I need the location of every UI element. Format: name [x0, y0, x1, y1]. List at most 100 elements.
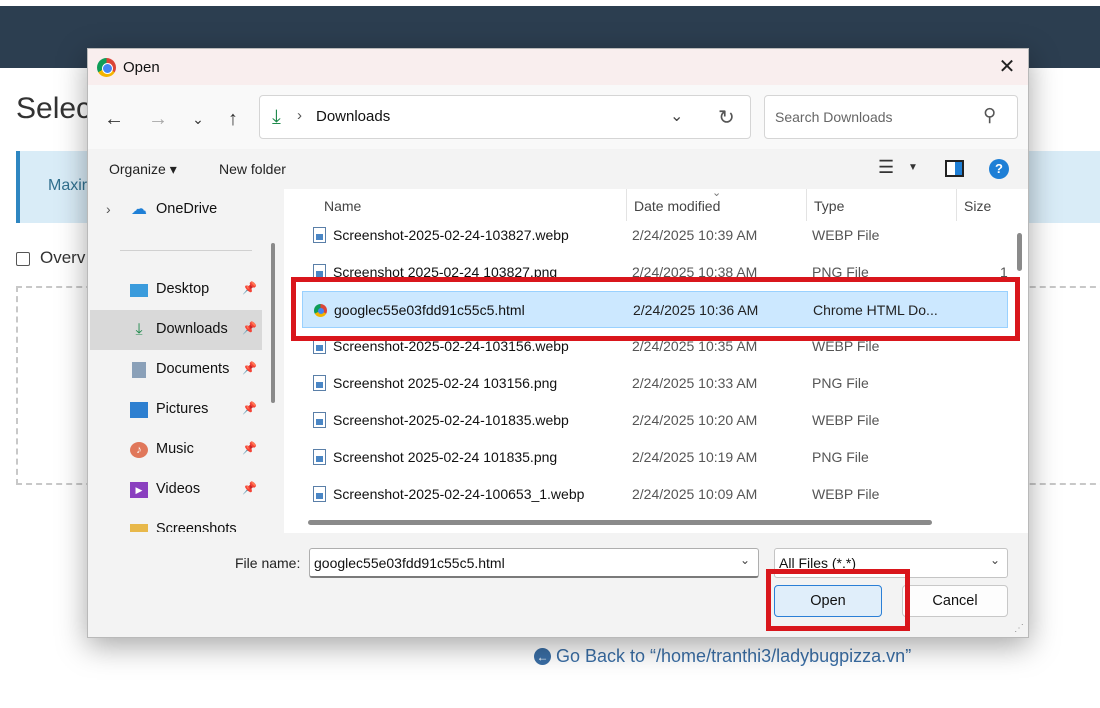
filter-dropdown-icon[interactable]: ⌄ — [990, 553, 1000, 567]
sidebar-divider — [120, 250, 252, 251]
info-alert-text: Maxir — [48, 177, 88, 194]
sidebar-item-onedrive[interactable]: › ☁ OneDrive — [90, 190, 262, 230]
sidebar-item-label: Music — [156, 441, 194, 457]
file-name: googlec55e03fdd91c55c5.html — [334, 302, 525, 318]
file-row[interactable]: Screenshot 2025-02-24 103827.png 2/24/20… — [302, 254, 1008, 291]
open-button[interactable]: Open — [774, 585, 882, 617]
refresh-icon[interactable]: ↻ — [718, 105, 735, 130]
column-size[interactable]: Size — [964, 198, 991, 214]
file-name: Screenshot-2025-02-24-103827.webp — [333, 227, 569, 243]
view-list-icon[interactable]: ☰ — [878, 157, 894, 178]
address-dropdown-icon[interactable]: ⌄ — [670, 106, 683, 126]
search-input[interactable]: Search Downloads ⚲ — [764, 95, 1018, 139]
file-date: 2/24/2025 10:36 AM — [633, 302, 759, 318]
sidebar-item-music[interactable]: ♪ Music 📌 — [90, 430, 262, 470]
sidebar-item-label: Desktop — [156, 281, 210, 297]
image-file-icon — [313, 449, 326, 465]
music-icon: ♪ — [130, 442, 148, 458]
file-name: Screenshot 2025-02-24 101835.png — [333, 449, 558, 465]
file-type: WEBP File — [812, 412, 880, 428]
download-icon: ⤓ — [135, 321, 143, 338]
help-icon[interactable]: ? — [989, 159, 1009, 179]
page-top-strip — [0, 0, 1100, 6]
column-name[interactable]: Name — [324, 198, 361, 214]
file-date: 2/24/2025 10:33 AM — [632, 375, 758, 391]
file-name-label: File name: — [235, 555, 301, 571]
pin-icon[interactable]: 📌 — [242, 281, 257, 295]
navigation-pane: › ☁ OneDrive Desktop 📌 ⤓ Downloads 📌 Doc… — [90, 189, 283, 532]
file-row-selected[interactable]: googlec55e03fdd91c55c5.html 2/24/2025 10… — [302, 291, 1008, 328]
picture-icon — [130, 402, 148, 418]
search-placeholder: Search Downloads — [775, 109, 893, 125]
new-folder-button[interactable]: New folder — [219, 161, 286, 177]
file-list-vertical-scrollbar[interactable] — [1017, 233, 1022, 271]
pin-icon[interactable]: 📌 — [242, 401, 257, 415]
sidebar-scrollbar[interactable] — [271, 243, 275, 403]
file-date: 2/24/2025 10:20 AM — [632, 412, 758, 428]
document-icon — [132, 362, 146, 378]
file-list-horizontal-scrollbar[interactable] — [308, 520, 932, 525]
file-row[interactable]: Screenshot-2025-02-24-103156.webp 2/24/2… — [302, 328, 1008, 365]
sidebar-item-label: Documents — [156, 361, 230, 377]
file-name-input[interactable]: googlec55e03fdd91c55c5.html — [309, 548, 759, 578]
overwrite-checkbox[interactable] — [16, 252, 30, 266]
preview-pane-icon[interactable] — [945, 160, 964, 177]
image-file-icon — [313, 412, 326, 428]
sidebar-item-downloads[interactable]: ⤓ Downloads 📌 — [90, 310, 262, 350]
file-size: 1 — [1000, 264, 1008, 280]
image-file-icon — [313, 227, 326, 243]
chrome-html-file-icon — [314, 304, 327, 317]
open-file-dialog: Open ✕ ← → ⌄ ↑ ⤓ › Downloads ⌄ Search Do… — [87, 48, 1029, 638]
pin-icon[interactable]: 📌 — [242, 481, 257, 495]
file-row[interactable]: Screenshot-2025-02-24-101835.webp 2/24/2… — [302, 402, 1008, 439]
file-type: PNG File — [812, 375, 869, 391]
file-type-filter[interactable]: All Files (*.*) — [774, 548, 1008, 578]
close-button[interactable]: ✕ — [992, 55, 1022, 81]
cloud-icon: ☁ — [131, 201, 147, 218]
pin-icon[interactable]: 📌 — [242, 361, 257, 375]
sidebar-item-label: Pictures — [156, 401, 209, 417]
forward-arrow-icon[interactable]: → — [144, 107, 172, 133]
file-name: Screenshot-2025-02-24-101835.webp — [333, 412, 569, 428]
file-row[interactable]: Screenshot-2025-02-24-100653_1.webp 2/24… — [302, 476, 1008, 513]
video-icon: ▶ — [130, 482, 148, 498]
file-date: 2/24/2025 10:39 AM — [632, 227, 758, 243]
sidebar-item-label: OneDrive — [156, 201, 218, 217]
file-name-dropdown-icon[interactable]: ⌄ — [740, 553, 750, 567]
file-name: Screenshot 2025-02-24 103827.png — [333, 264, 558, 280]
sidebar-item-desktop[interactable]: Desktop 📌 — [90, 270, 262, 310]
up-arrow-icon[interactable]: ↑ — [219, 107, 247, 133]
file-row[interactable]: Screenshot 2025-02-24 101835.png 2/24/20… — [302, 439, 1008, 476]
sidebar-item-pictures[interactable]: Pictures 📌 — [90, 390, 262, 430]
file-date: 2/24/2025 10:19 AM — [632, 449, 758, 465]
file-name: Screenshot-2025-02-24-100653_1.webp — [333, 486, 585, 502]
image-file-icon — [313, 264, 326, 280]
sidebar-item-documents[interactable]: Documents 📌 — [90, 350, 262, 390]
pin-icon[interactable]: 📌 — [242, 441, 257, 455]
organize-menu[interactable]: Organize ▾ — [109, 161, 177, 178]
view-options-chevron-icon[interactable]: ▼ — [908, 162, 918, 173]
go-back-link[interactable]: ← Go Back to “/home/tranthi3/ladybugpizz… — [534, 646, 911, 667]
column-type[interactable]: Type — [814, 198, 844, 214]
cancel-button[interactable]: Cancel — [902, 585, 1008, 617]
pin-icon[interactable]: 📌 — [242, 321, 257, 335]
back-arrow-icon[interactable]: ← — [100, 107, 128, 133]
file-row[interactable]: Screenshot-2025-02-24-103827.webp 2/24/2… — [302, 217, 1008, 254]
sidebar-item-screenshots[interactable]: Screenshots — [90, 510, 262, 532]
desktop-icon — [130, 284, 148, 297]
address-bar[interactable]: ⤓ › Downloads ⌄ — [259, 95, 751, 139]
breadcrumb-downloads[interactable]: Downloads — [316, 108, 390, 125]
file-date: 2/24/2025 10:09 AM — [632, 486, 758, 502]
dialog-title: Open — [123, 59, 160, 76]
folder-icon — [130, 524, 148, 532]
dialog-footer: File name: googlec55e03fdd91c55c5.html ⌄… — [88, 533, 1028, 637]
expand-chevron-icon[interactable]: › — [106, 201, 111, 217]
overwrite-label: Overv — [40, 248, 86, 267]
dialog-titlebar[interactable]: Open ✕ — [88, 49, 1028, 85]
resize-grip-icon[interactable]: ⋰ — [1014, 623, 1024, 634]
file-row[interactable]: Screenshot 2025-02-24 103156.png 2/24/20… — [302, 365, 1008, 402]
recent-locations-chevron-icon[interactable]: ⌄ — [184, 107, 212, 133]
sidebar-item-videos[interactable]: ▶ Videos 📌 — [90, 470, 262, 510]
file-type: Chrome HTML Do... — [813, 302, 938, 318]
column-date-modified[interactable]: Date modified — [634, 198, 720, 214]
